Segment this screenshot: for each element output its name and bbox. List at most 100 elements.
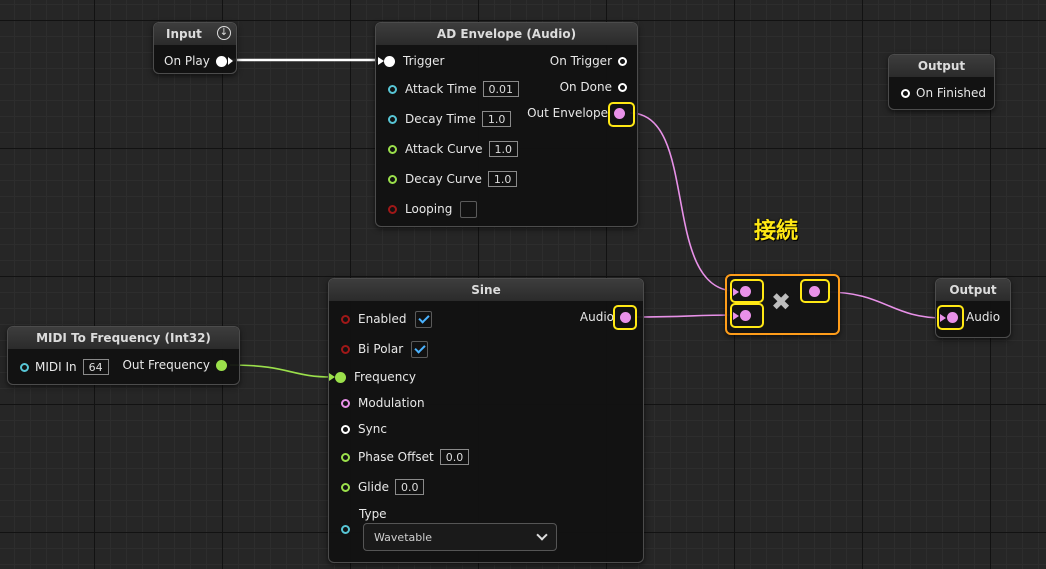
decay-curve-pin[interactable]	[388, 174, 397, 184]
modulation-pin[interactable]	[341, 398, 350, 408]
sync-label: Sync	[358, 422, 387, 436]
sync-pin-row[interactable]: Sync	[341, 419, 387, 439]
attack-curve-input[interactable]: 1.0	[488, 141, 519, 157]
bi-polar-checkbox[interactable]	[411, 340, 429, 358]
node-title: Sine	[329, 279, 643, 301]
trigger-label: Trigger	[403, 54, 445, 68]
input-node[interactable]: Input ↓ On Play	[153, 22, 237, 74]
attack-time-pin[interactable]	[388, 84, 397, 94]
frequency-pin[interactable]	[335, 371, 346, 383]
type-dropdown-value: Wavetable	[374, 530, 433, 544]
type-pin[interactable]	[341, 524, 350, 534]
out-frequency-pin-row[interactable]: Out Frequency	[122, 355, 227, 375]
frequency-pin-row[interactable]: Frequency	[329, 367, 416, 387]
decay-time-label: Decay Time	[405, 112, 476, 126]
exec-arrow-icon	[227, 57, 233, 65]
highlight-output-audio	[937, 305, 964, 330]
trigger-pin[interactable]	[384, 55, 395, 67]
audio-in-label: Audio	[966, 310, 1001, 324]
decay-time-pin[interactable]	[388, 114, 397, 124]
out-frequency-pin[interactable]	[216, 359, 227, 371]
node-title: Output	[936, 279, 1010, 301]
midi-to-frequency-node[interactable]: MIDI To Frequency (Int32) MIDI In 64 Out…	[7, 326, 240, 385]
connection-arrow-icon	[733, 312, 739, 320]
download-icon: ↓	[217, 26, 231, 40]
midi-to-frequency-title: MIDI To Frequency (Int32)	[36, 331, 211, 345]
annotation-label: 接続	[754, 219, 799, 244]
enabled-checkbox[interactable]	[414, 310, 432, 328]
trigger-pin-row[interactable]: Trigger	[378, 51, 444, 71]
bi-polar-pin[interactable]	[341, 344, 350, 354]
decay-time-input[interactable]: 1.0	[481, 111, 512, 127]
out-frequency-label: Out Frequency	[122, 358, 210, 372]
on-play-label: On Play	[164, 54, 210, 68]
connection-arrow-icon	[733, 288, 739, 296]
phase-offset-label: Phase Offset	[358, 450, 434, 464]
highlight-multiply-in-1	[730, 279, 764, 303]
enabled-label: Enabled	[358, 312, 407, 326]
decay-curve-input[interactable]: 1.0	[487, 171, 518, 187]
looping-checkbox[interactable]	[460, 200, 478, 218]
multiply-output-pin[interactable]	[809, 286, 820, 297]
glide-pin[interactable]	[341, 482, 350, 492]
sine-node[interactable]: Sine Enabled Bi Polar Frequency Modulati…	[328, 278, 644, 563]
node-title: AD Envelope (Audio)	[376, 23, 637, 45]
looping-pin-row[interactable]: Looping	[388, 199, 478, 219]
decay-curve-pin-row[interactable]: Decay Curve 1.0	[388, 169, 518, 189]
on-play-pin[interactable]	[215, 55, 227, 67]
phase-offset-pin-row[interactable]: Phase Offset 0.0	[341, 447, 470, 467]
sine-title: Sine	[471, 283, 501, 297]
glide-input[interactable]: 0.0	[394, 479, 425, 495]
wire-envelope-multiply	[629, 112, 736, 292]
phase-offset-input[interactable]: 0.0	[439, 449, 470, 465]
on-trigger-pin-row[interactable]: On Trigger	[550, 51, 627, 71]
on-finished-pin-row[interactable]: On Finished	[901, 83, 986, 103]
enabled-pin-row[interactable]: Enabled	[341, 309, 432, 329]
attack-time-pin-row[interactable]: Attack Time 0.01	[388, 79, 519, 99]
attack-curve-label: Attack Curve	[405, 142, 483, 156]
output-audio-title: Output	[949, 283, 997, 297]
looping-label: Looping	[405, 202, 453, 216]
glide-pin-row[interactable]: Glide 0.0	[341, 477, 425, 497]
highlight-multiply-out	[800, 279, 830, 303]
highlight-multiply-in-2	[730, 303, 764, 328]
on-play-pin-row[interactable]: On Play	[164, 51, 233, 71]
sync-pin[interactable]	[341, 424, 350, 434]
enabled-pin[interactable]	[341, 314, 350, 324]
ad-envelope-title: AD Envelope (Audio)	[436, 27, 577, 41]
node-title: Output	[889, 55, 994, 77]
node-title: MIDI To Frequency (Int32)	[8, 327, 239, 349]
on-done-label: On Done	[559, 80, 612, 94]
on-done-pin-row[interactable]: On Done	[560, 77, 627, 97]
midi-in-pin-row[interactable]: MIDI In 64	[20, 357, 109, 377]
type-label: Type	[359, 507, 387, 521]
modulation-label: Modulation	[358, 396, 425, 410]
decay-time-pin-row[interactable]: Decay Time 1.0	[388, 109, 512, 129]
wire-midi-frequency	[229, 364, 333, 378]
attack-curve-pin-row[interactable]: Attack Curve 1.0	[388, 139, 519, 159]
bi-polar-pin-row[interactable]: Bi Polar	[341, 339, 429, 359]
multiply-input-b-pin[interactable]	[740, 310, 751, 321]
on-trigger-pin[interactable]	[618, 56, 627, 66]
audio-in-pin-row[interactable]: Audio	[966, 307, 1000, 327]
midi-in-input[interactable]: 64	[82, 359, 109, 375]
output-finished-node[interactable]: Output On Finished	[888, 54, 995, 110]
looping-pin[interactable]	[388, 204, 397, 214]
glide-label: Glide	[358, 480, 389, 494]
modulation-pin-row[interactable]: Modulation	[341, 393, 425, 413]
out-envelope-label: Out Envelope	[527, 106, 608, 120]
multiply-icon: ✖	[771, 288, 792, 316]
phase-offset-pin[interactable]	[341, 452, 350, 462]
attack-time-input[interactable]: 0.01	[482, 81, 519, 97]
ad-envelope-node[interactable]: AD Envelope (Audio) Trigger Attack Time …	[375, 22, 638, 227]
multiply-input-a-pin[interactable]	[740, 286, 751, 297]
midi-in-pin[interactable]	[20, 362, 29, 372]
on-trigger-label: On Trigger	[549, 54, 612, 68]
audio-in-pin[interactable]	[947, 312, 958, 323]
on-done-pin[interactable]	[618, 82, 627, 92]
on-finished-pin[interactable]	[901, 88, 910, 98]
type-pin-row[interactable]	[341, 519, 350, 539]
attack-curve-pin[interactable]	[388, 144, 397, 154]
type-dropdown[interactable]: Wavetable	[363, 523, 557, 551]
decay-curve-label: Decay Curve	[405, 172, 482, 186]
